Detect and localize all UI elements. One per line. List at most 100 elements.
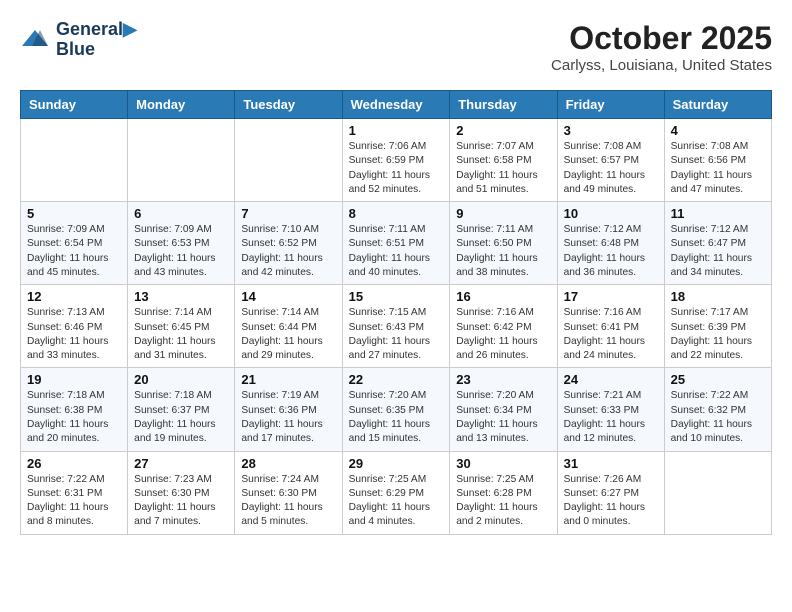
cell-content: Sunrise: 7:11 AM Sunset: 6:50 PM Dayligh… (456, 223, 550, 280)
cell-content: Sunrise: 7:11 AM Sunset: 6:51 PM Dayligh… (349, 223, 444, 280)
calendar-cell: 6 Sunrise: 7:09 AM Sunset: 6:53 PM Daylig… (128, 202, 235, 285)
cell-content: Sunrise: 7:12 AM Sunset: 6:47 PM Dayligh… (671, 223, 765, 280)
cell-content: Sunrise: 7:12 AM Sunset: 6:48 PM Dayligh… (564, 223, 658, 280)
cell-content: Sunrise: 7:16 AM Sunset: 6:41 PM Dayligh… (564, 306, 658, 363)
day-number: 22 (349, 372, 444, 387)
day-number: 9 (456, 206, 550, 221)
day-number: 15 (349, 289, 444, 304)
cell-content: Sunrise: 7:08 AM Sunset: 6:57 PM Dayligh… (564, 140, 658, 197)
cell-content: Sunrise: 7:09 AM Sunset: 6:53 PM Dayligh… (134, 223, 228, 280)
cell-content: Sunrise: 7:20 AM Sunset: 6:35 PM Dayligh… (349, 389, 444, 446)
calendar-week-1: 1 Sunrise: 7:06 AM Sunset: 6:59 PM Daylig… (21, 119, 772, 202)
cell-content: Sunrise: 7:17 AM Sunset: 6:39 PM Dayligh… (671, 306, 765, 363)
calendar-week-4: 19 Sunrise: 7:18 AM Sunset: 6:38 PM Dayli… (21, 368, 772, 451)
calendar-cell: 20 Sunrise: 7:18 AM Sunset: 6:37 PM Dayli… (128, 368, 235, 451)
day-number: 31 (564, 456, 658, 471)
location: Carlyss, Louisiana, United States (551, 57, 772, 74)
calendar-cell: 18 Sunrise: 7:17 AM Sunset: 6:39 PM Dayli… (664, 285, 771, 368)
day-number: 19 (27, 372, 121, 387)
calendar-cell: 8 Sunrise: 7:11 AM Sunset: 6:51 PM Daylig… (342, 202, 450, 285)
page-header: General▶ Blue October 2025 Carlyss, Loui… (20, 20, 772, 74)
day-number: 16 (456, 289, 550, 304)
calendar-week-5: 26Sunrise: 7:22 AM Sunset: 6:31 PM Dayli… (21, 451, 772, 534)
day-number: 14 (241, 289, 335, 304)
cell-content: Sunrise: 7:15 AM Sunset: 6:43 PM Dayligh… (349, 306, 444, 363)
day-number: 4 (671, 123, 765, 138)
cell-content: Sunrise: 7:08 AM Sunset: 6:56 PM Dayligh… (671, 140, 765, 197)
logo-text: General▶ Blue (56, 20, 137, 60)
day-number: 6 (134, 206, 228, 221)
day-number: 18 (671, 289, 765, 304)
month-title: October 2025 (551, 20, 772, 57)
day-number: 20 (134, 372, 228, 387)
calendar-cell: 14 Sunrise: 7:14 AM Sunset: 6:44 PM Dayli… (235, 285, 342, 368)
calendar-week-2: 5 Sunrise: 7:09 AM Sunset: 6:54 PM Daylig… (21, 202, 772, 285)
calendar-cell: 30 Sunrise: 7:25 AM Sunset: 6:28 PM Dayli… (450, 451, 557, 534)
cell-content: Sunrise: 7:22 AM Sunset: 6:31 PM Dayligh… (27, 473, 121, 530)
cell-content: Sunrise: 7:20 AM Sunset: 6:34 PM Dayligh… (456, 389, 550, 446)
day-number: 13 (134, 289, 228, 304)
cell-content: Sunrise: 7:06 AM Sunset: 6:59 PM Dayligh… (349, 140, 444, 197)
calendar-cell: 5 Sunrise: 7:09 AM Sunset: 6:54 PM Daylig… (21, 202, 128, 285)
day-number: 12 (27, 289, 121, 304)
weekday-header-saturday: Saturday (664, 91, 771, 119)
calendar-cell: 12 Sunrise: 7:13 AM Sunset: 6:46 PM Dayli… (21, 285, 128, 368)
weekday-header-monday: Monday (128, 91, 235, 119)
day-number: 3 (564, 123, 658, 138)
cell-content: Sunrise: 7:25 AM Sunset: 6:29 PM Dayligh… (349, 473, 444, 530)
cell-content: Sunrise: 7:14 AM Sunset: 6:45 PM Dayligh… (134, 306, 228, 363)
calendar-cell (664, 451, 771, 534)
calendar-cell (21, 119, 128, 202)
calendar-cell: 4 Sunrise: 7:08 AM Sunset: 6:56 PM Daylig… (664, 119, 771, 202)
day-number: 11 (671, 206, 765, 221)
cell-content: Sunrise: 7:09 AM Sunset: 6:54 PM Dayligh… (27, 223, 121, 280)
weekday-header-friday: Friday (557, 91, 664, 119)
cell-content: Sunrise: 7:23 AM Sunset: 6:30 PM Dayligh… (134, 473, 228, 530)
day-number: 28 (241, 456, 335, 471)
day-number: 5 (27, 206, 121, 221)
logo: General▶ Blue (20, 20, 137, 60)
day-number: 29 (349, 456, 444, 471)
cell-content: Sunrise: 7:24 AM Sunset: 6:30 PM Dayligh… (241, 473, 335, 530)
calendar-cell: 11 Sunrise: 7:12 AM Sunset: 6:47 PM Dayli… (664, 202, 771, 285)
weekday-header-thursday: Thursday (450, 91, 557, 119)
cell-content: Sunrise: 7:26 AM Sunset: 6:27 PM Dayligh… (564, 473, 658, 530)
weekday-header-wednesday: Wednesday (342, 91, 450, 119)
cell-content: Sunrise: 7:21 AM Sunset: 6:33 PM Dayligh… (564, 389, 658, 446)
title-section: October 2025 Carlyss, Louisiana, United … (551, 20, 772, 74)
day-number: 8 (349, 206, 444, 221)
logo-icon (20, 26, 50, 54)
weekday-header-sunday: Sunday (21, 91, 128, 119)
calendar-cell: 27Sunrise: 7:23 AM Sunset: 6:30 PM Dayli… (128, 451, 235, 534)
calendar-cell: 24 Sunrise: 7:21 AM Sunset: 6:33 PM Dayli… (557, 368, 664, 451)
calendar-cell (128, 119, 235, 202)
cell-content: Sunrise: 7:25 AM Sunset: 6:28 PM Dayligh… (456, 473, 550, 530)
calendar-cell: 25Sunrise: 7:22 AM Sunset: 6:32 PM Dayli… (664, 368, 771, 451)
cell-content: Sunrise: 7:16 AM Sunset: 6:42 PM Dayligh… (456, 306, 550, 363)
calendar-cell: 1 Sunrise: 7:06 AM Sunset: 6:59 PM Daylig… (342, 119, 450, 202)
calendar-cell: 10Sunrise: 7:12 AM Sunset: 6:48 PM Dayli… (557, 202, 664, 285)
day-number: 24 (564, 372, 658, 387)
calendar-table: SundayMondayTuesdayWednesdayThursdayFrid… (20, 90, 772, 535)
cell-content: Sunrise: 7:13 AM Sunset: 6:46 PM Dayligh… (27, 306, 121, 363)
day-number: 23 (456, 372, 550, 387)
day-number: 21 (241, 372, 335, 387)
calendar-cell (235, 119, 342, 202)
calendar-cell: 21 Sunrise: 7:19 AM Sunset: 6:36 PM Dayli… (235, 368, 342, 451)
day-number: 30 (456, 456, 550, 471)
calendar-cell: 16 Sunrise: 7:16 AM Sunset: 6:42 PM Dayli… (450, 285, 557, 368)
weekday-header-tuesday: Tuesday (235, 91, 342, 119)
calendar-cell: 22 Sunrise: 7:20 AM Sunset: 6:35 PM Dayli… (342, 368, 450, 451)
calendar-cell: 2Sunrise: 7:07 AM Sunset: 6:58 PM Daylig… (450, 119, 557, 202)
day-number: 1 (349, 123, 444, 138)
calendar-week-3: 12 Sunrise: 7:13 AM Sunset: 6:46 PM Dayli… (21, 285, 772, 368)
cell-content: Sunrise: 7:14 AM Sunset: 6:44 PM Dayligh… (241, 306, 335, 363)
calendar-cell: 17 Sunrise: 7:16 AM Sunset: 6:41 PM Dayli… (557, 285, 664, 368)
cell-content: Sunrise: 7:18 AM Sunset: 6:37 PM Dayligh… (134, 389, 228, 446)
weekday-header-row: SundayMondayTuesdayWednesdayThursdayFrid… (21, 91, 772, 119)
calendar-cell: 9 Sunrise: 7:11 AM Sunset: 6:50 PM Daylig… (450, 202, 557, 285)
cell-content: Sunrise: 7:19 AM Sunset: 6:36 PM Dayligh… (241, 389, 335, 446)
cell-content: Sunrise: 7:18 AM Sunset: 6:38 PM Dayligh… (27, 389, 121, 446)
day-number: 17 (564, 289, 658, 304)
calendar-cell: 19 Sunrise: 7:18 AM Sunset: 6:38 PM Dayli… (21, 368, 128, 451)
